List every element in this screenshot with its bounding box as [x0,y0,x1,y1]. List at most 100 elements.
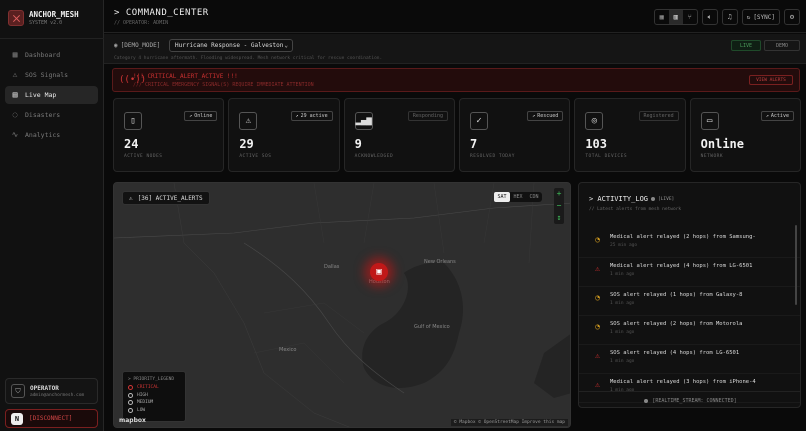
sidebar-item-disasters[interactable]: ◌ Disasters [5,106,98,124]
sos-cluster-marker[interactable]: ▣ [370,263,388,281]
stream-status-label: [REALTIME_STREAM: CONNECTED] [652,397,737,404]
demo-button[interactable]: DEMO [764,40,800,51]
activity-text: Medical alert relayed (3 hops) from iPho… [610,379,756,385]
stat-card: ▂▄▆ Responding 9 ACKNOWLEDGED [343,98,455,172]
warning-icon: ⚠ [595,351,600,360]
activity-list: ◔ Medical alert relayed (2 hops) from Sam… [579,229,800,403]
legend-dot [128,407,133,413]
sidebar-divider [0,38,104,39]
sync-button[interactable]: ↻ [SYNC] [741,9,780,25]
legend-dot [128,385,133,391]
sidebar-item-dashboard[interactable]: ▦ Dashboard [5,46,98,64]
stat-badge-label: Registered [643,113,674,119]
trend-icon: ↗ [295,113,299,119]
brand-version: SYSTEM v2.0 [29,20,63,26]
map-icon: ▤ [12,90,18,99]
notifications-button[interactable]: ♫ [721,9,738,25]
demo-mode-text: [DEMO_MODE] [120,42,161,49]
clock-icon: ◔ [595,322,600,331]
activity-log-subtitle: // Latest alerts from mesh network [589,207,682,212]
stat-label: NETWORK [700,154,724,159]
stat-value: 103 [585,137,607,151]
disconnect-button[interactable]: N [DISCONNECT] [5,409,98,428]
clock-icon: ◔ [595,235,600,244]
list-item[interactable]: ◔ SOS alert relayed (2 hops) from Motorol… [579,316,800,345]
stat-badge: ↗ 29 active [290,111,333,121]
sidebar-item-sos-signals[interactable]: ⚠ SOS Signals [5,66,98,84]
stat-badge-label: Responding [412,113,443,119]
video-icon: ▭ [700,112,719,130]
warning-icon: ⚠ [12,70,18,79]
activity-time: 1 min ago [610,272,635,277]
zoom-out-button[interactable]: − [554,200,564,212]
phone-icon: ▯ [124,112,142,130]
map-mode-sat[interactable]: SAT [494,192,510,202]
stat-label: ACTIVE SOS [239,154,272,159]
trend-icon: ↗ [532,113,536,119]
compass-button[interactable]: ↕ [554,212,564,224]
scenario-select[interactable]: Hurricane Response - Galveston ⌄ [169,39,293,52]
live-button[interactable]: LIVE [731,40,761,51]
eye-icon: ◉ [114,42,118,49]
sidebar-item-live-map[interactable]: ▤ Live Map [5,86,98,104]
map-attribution[interactable]: © Mapbox © OpenStreetMap Improve this ma… [450,419,568,426]
stat-label: RESOLVED TODAY [469,154,515,159]
page-title: > COMMAND_CENTER [114,8,209,18]
stat-value: Online [700,137,744,151]
stream-status: [REALTIME_STREAM: CONNECTED] [579,391,800,407]
activity-time: 1 min ago [610,330,635,335]
sync-label: [SYNC] [753,13,775,21]
list-item[interactable]: ◔ SOS alert relayed (1 hops) from Galaxy-… [579,287,800,316]
stat-badge-label: Active [770,113,789,119]
activity-log-panel: > ACTIVITY_LOG [LIVE] // Latest alerts f… [578,182,801,408]
zoom-in-button[interactable]: + [554,188,564,200]
trend-icon: ↗ [189,113,193,119]
view-alerts-label: VIEW ALERTS [756,77,786,83]
sidebar-nav: ▦ Dashboard ⚠ SOS Signals ▤ Live Map ◌ D… [5,46,98,146]
view-alerts-button[interactable]: VIEW ALERTS [749,75,793,85]
list-item[interactable]: ◔ Medical alert relayed (2 hops) from Sam… [579,229,800,258]
stat-badge-label: Online [194,113,213,119]
stat-value: 7 [469,137,478,151]
stat-label: ACTIVE NODES [124,154,163,159]
operator-card: ⛉ OPERATOR admin@anchormesh.com [5,378,98,404]
map-mode-cdn[interactable]: CDN [526,192,542,202]
gear-icon: ⚙ [789,13,795,21]
list-item[interactable]: ⚠ SOS alert relayed (4 hops) from LG-6501… [579,345,800,374]
network-view-icon[interactable]: ⑂ [683,10,697,24]
activity-time: 25 min ago [610,243,638,248]
grid-view-icon[interactable]: ▦ [655,10,669,24]
activity-time: 1 min ago [610,359,635,364]
list-item[interactable]: ⚠ Medical alert relayed (4 hops) from LG-… [579,258,800,287]
stat-badge: Responding [407,111,448,121]
stat-badge-label: 29 active [300,113,328,119]
disconnect-label: [DISCONNECT] [29,415,73,422]
activity-log-title: > ACTIVITY_LOG [LIVE] [589,195,674,203]
sidebar-item-label: Analytics [25,131,61,139]
grid-icon: ▦ [12,50,18,59]
stat-card: ▯ ↗ Online 24 ACTIVE NODES [113,98,225,172]
activity-text: SOS alert relayed (4 hops) from LG-6501 [610,350,740,356]
legend-critical: CRITICAL [128,384,180,392]
activity-scrollbar[interactable] [795,225,797,305]
refresh-icon: ↻ [746,13,751,21]
sidebar-item-analytics[interactable]: ∿ Analytics [5,126,98,144]
settings-button[interactable]: ⚙ [784,9,800,25]
stat-badge: Registered [638,111,679,121]
legend-label: CRITICAL [137,385,159,391]
activity-text: SOS alert relayed (1 hops) from Galaxy-8 [610,292,743,298]
stat-value: 9 [354,137,362,151]
stat-badge: ↗ Rescued [527,111,564,121]
live-map[interactable]: Mexico Gulf of Mexico Houston Dallas New… [113,182,571,428]
demo-bar: ◉ [DEMO_MODE] Hurricane Response - Galve… [104,34,806,64]
activity-time: 1 min ago [610,301,635,306]
globe-icon: ◎ [585,112,604,130]
mapbox-logo[interactable]: mapbox [119,417,146,424]
stat-card: ◎ Registered 103 TOTAL DEVICES [574,98,686,172]
map-zoom-controls: + − ↕ [554,188,564,224]
map-mode-hex[interactable]: HEX [510,192,526,202]
activity-live-label: [LIVE] [658,196,675,202]
scenario-description: Category 4 hurricane aftermath. Flooding… [114,56,383,61]
map-view-icon[interactable]: ▥ [668,10,683,24]
volume-button[interactable]: 🔈︎ [701,9,718,25]
